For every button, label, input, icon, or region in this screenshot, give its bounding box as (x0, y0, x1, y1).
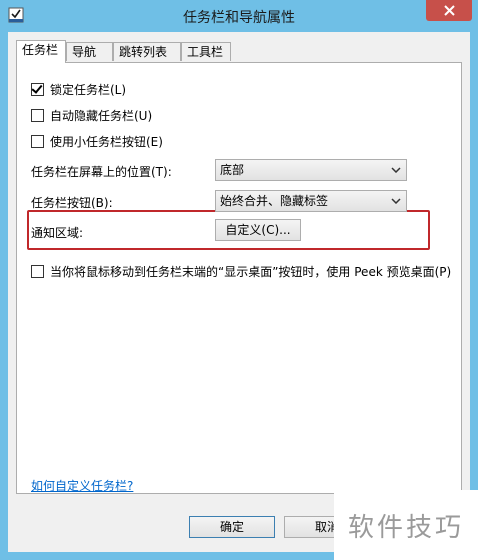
auto-hide-option[interactable]: 自动隐藏任务栏(U) (31, 107, 152, 123)
position-label: 任务栏在屏幕上的位置(T): (31, 165, 172, 179)
chevron-down-icon (391, 198, 401, 204)
close-icon (443, 5, 455, 16)
peek-checkbox[interactable] (31, 264, 44, 278)
lock-taskbar-checkbox[interactable] (31, 82, 44, 96)
small-buttons-checkbox[interactable] (31, 134, 44, 148)
position-dropdown[interactable]: 底部 (215, 159, 407, 181)
window-title: 任务栏和导航属性 (183, 10, 295, 26)
tab-toolbars[interactable]: 工具栏 (181, 42, 231, 61)
small-buttons-option[interactable]: 使用小任务栏按钮(E) (31, 133, 163, 149)
customize-button[interactable]: 自定义(C)... (215, 219, 301, 241)
peek-label: 当你将鼠标移动到任务栏末端的“显示桌面”按钮时，使用 Peek 预览桌面(P) (50, 264, 452, 279)
peek-option[interactable]: 当你将鼠标移动到任务栏末端的“显示桌面”按钮时，使用 Peek 预览桌面(P) (31, 263, 451, 279)
auto-hide-label: 自动隐藏任务栏(U) (50, 108, 153, 123)
taskbar-buttons-label: 任务栏按钮(B): (31, 196, 113, 210)
small-buttons-label: 使用小任务栏按钮(E) (50, 134, 163, 149)
taskbar-buttons-dropdown[interactable]: 始终合并、隐藏标签 (215, 190, 407, 212)
close-button[interactable] (426, 0, 472, 21)
help-link[interactable]: 如何自定义任务栏? (31, 477, 133, 494)
lock-taskbar-option[interactable]: 锁定任务栏(L) (31, 81, 126, 97)
position-value: 底部 (220, 163, 245, 177)
watermark: 软件技巧 (334, 490, 478, 560)
title-bar[interactable]: 任务栏和导航属性 (0, 0, 478, 32)
taskbar-tab-panel: 锁定任务栏(L) 自动隐藏任务栏(U) 使用小任务栏按钮(E) 任务栏在屏幕上的… (16, 62, 462, 494)
dialog-client-area: 任务栏 导航 跳转列表 工具栏 锁定任务栏(L) 自动隐藏任务栏(U) 使用小任… (8, 32, 470, 552)
notification-area-label: 通知区域: (31, 226, 84, 240)
ok-button[interactable]: 确定 (189, 516, 275, 538)
tab-navigation[interactable]: 导航 (66, 42, 113, 61)
chevron-down-icon (391, 167, 401, 173)
lock-taskbar-label: 锁定任务栏(L) (50, 82, 127, 97)
taskbar-buttons-value: 始终合并、隐藏标签 (220, 194, 329, 208)
auto-hide-checkbox[interactable] (31, 108, 44, 122)
properties-window: 任务栏和导航属性 任务栏 导航 跳转列表 工具栏 锁定任务栏(L) 自动隐藏任务… (0, 0, 478, 560)
tab-jump-lists[interactable]: 跳转列表 (113, 42, 181, 61)
tab-taskbar[interactable]: 任务栏 (16, 40, 66, 63)
